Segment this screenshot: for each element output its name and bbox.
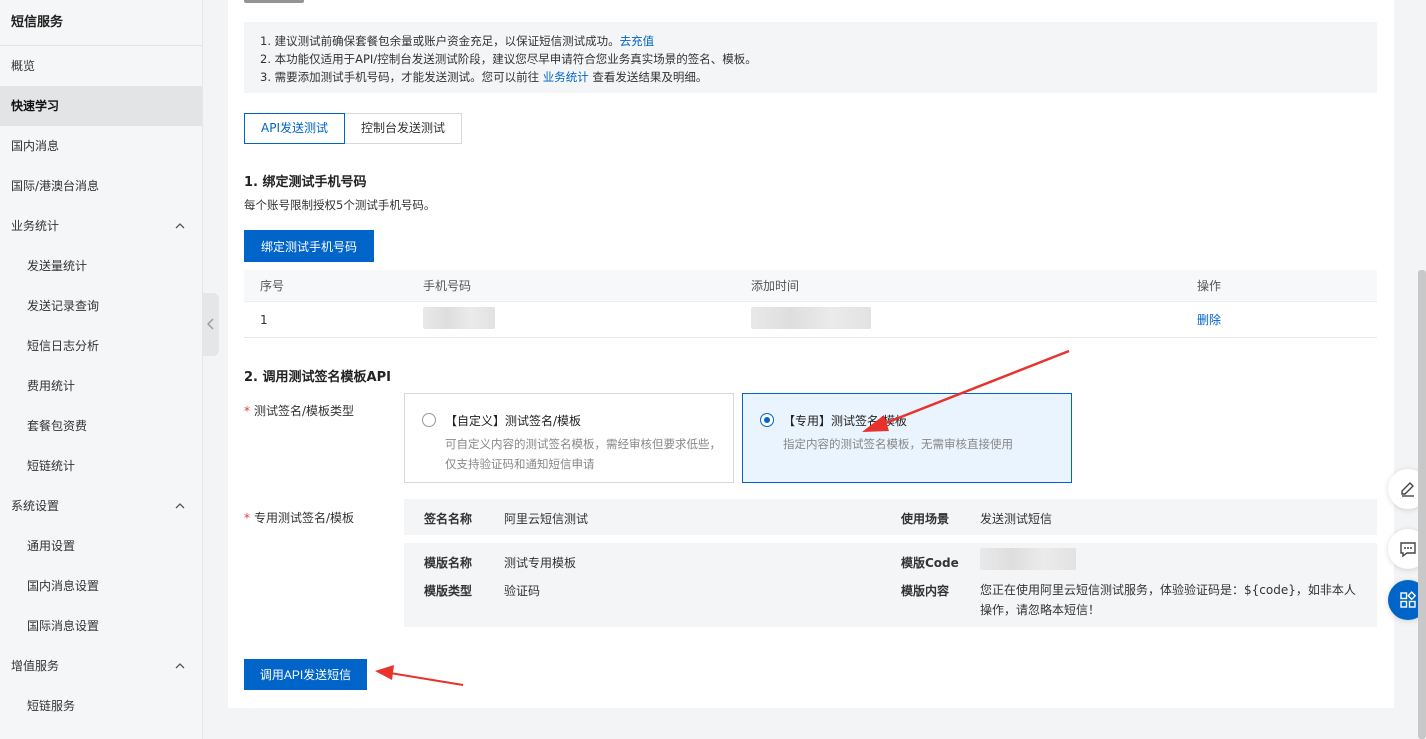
sign-name-label: 签名名称: [424, 512, 473, 526]
tpl-name-label: 模版名称: [424, 556, 473, 570]
notice-line-3: 3. 需要添加测试手机号码，才能发送测试。您可以前往 业务统计 查看发送结果及明…: [260, 70, 708, 84]
option-dedicated-desc: 指定内容的测试签名模板，无需审核直接使用: [783, 437, 1013, 451]
nav-value-added-label: 增值服务: [11, 659, 60, 673]
table-header: 序号 手机号码 添加时间 操作: [244, 270, 1377, 302]
nav-business-stats[interactable]: 业务统计: [0, 206, 202, 246]
option-custom-template[interactable]: 【自定义】测试签名/模板 可自定义内容的测试签名模板，需经审核但要求低些，仅支持…: [404, 393, 734, 483]
notice-line-1: 1. 建议测试前确保套餐包余量或账户资金充足，以保证短信测试成功。去充值: [260, 34, 655, 48]
tpl-content-label: 模版内容: [901, 584, 950, 598]
option-dedicated-template[interactable]: 【专用】测试签名/模板 指定内容的测试签名模板，无需审核直接使用: [742, 393, 1072, 483]
chevron-left-icon: [207, 318, 214, 330]
col-index: 序号: [260, 279, 285, 293]
business-stats-link[interactable]: 业务统计: [543, 70, 589, 84]
sidebar-collapse-handle[interactable]: [203, 293, 219, 356]
tpl-type-label: 模版类型: [424, 584, 473, 598]
nav-international-settings[interactable]: 国际消息设置: [0, 606, 202, 646]
nav-system-settings[interactable]: 系统设置: [0, 486, 202, 526]
scene-value: 发送测试短信: [980, 512, 1053, 526]
col-add-time: 添加时间: [751, 279, 800, 293]
nav-shortlink-service[interactable]: 短链服务: [0, 686, 202, 726]
section-api-title: 2. 调用测试签名模板API: [244, 370, 391, 385]
phone-table: 序号 手机号码 添加时间 操作 1 删除: [244, 270, 1377, 338]
template-label: * 专用测试签名/模板: [244, 511, 355, 525]
template-info-box: 模版名称 测试专用模板 模版Code 模版类型 验证码 模版内容 您正在使用阿里…: [404, 543, 1377, 627]
tpl-name-value: 测试专用模板: [504, 556, 577, 570]
nav-package-pricing[interactable]: 套餐包资费: [0, 406, 202, 446]
nav-shortlink-stats[interactable]: 短链统计: [0, 446, 202, 486]
section-bind-phone-desc: 每个账号限制授权5个测试手机号码。: [244, 198, 436, 212]
nav-business-stats-label: 业务统计: [11, 219, 60, 233]
chevron-up-icon: [175, 223, 185, 229]
row-time-redacted: [751, 307, 1197, 332]
row-index: 1: [260, 312, 268, 327]
radio-custom[interactable]: [422, 413, 436, 427]
option-custom-title: 【自定义】测试签名/模板: [445, 414, 582, 428]
chevron-up-icon: [175, 663, 185, 669]
cut-off-heading: [244, 0, 334, 5]
type-label: * 测试签名/模板类型: [244, 404, 355, 418]
nav-value-added[interactable]: 增值服务: [0, 646, 202, 686]
apps-grid-icon: [1400, 591, 1417, 608]
sign-name-value: 阿里云短信测试: [504, 512, 589, 526]
call-api-send-button[interactable]: 调用API发送短信: [244, 659, 367, 690]
main-card: 1. 建议测试前确保套餐包余量或账户资金充足，以保证短信测试成功。去充值 2. …: [228, 0, 1394, 708]
chat-icon: [1400, 542, 1416, 558]
sidebar: 短信服务 概览 快速学习 国内消息 国际/港澳台消息 业务统计 发送量统计 发送…: [0, 0, 203, 739]
table-row: 1 删除: [244, 302, 1377, 338]
nav-domestic-settings[interactable]: 国内消息设置: [0, 566, 202, 606]
delete-link[interactable]: 删除: [1197, 313, 1221, 327]
nav-system-settings-label: 系统设置: [11, 499, 60, 513]
nav-overview[interactable]: 概览: [0, 46, 202, 86]
notice-box: 1. 建议测试前确保套餐包余量或账户资金充足，以保证短信测试成功。去充值 2. …: [244, 22, 1377, 93]
nav-send-records[interactable]: 发送记录查询: [0, 286, 202, 326]
recharge-link[interactable]: 去充值: [620, 34, 655, 48]
tpl-type-value: 验证码: [504, 584, 541, 598]
row-phone-redacted: [423, 307, 751, 332]
bind-phone-button[interactable]: 绑定测试手机号码: [244, 230, 374, 262]
radio-dedicated[interactable]: [760, 413, 774, 427]
tabs: API发送测试 控制台发送测试: [244, 113, 463, 144]
page-scrollbar[interactable]: [1418, 270, 1426, 739]
nav-log-analysis[interactable]: 短信日志分析: [0, 326, 202, 366]
nav-send-volume[interactable]: 发送量统计: [0, 246, 202, 286]
nav-cost-stats[interactable]: 费用统计: [0, 366, 202, 406]
col-action: 操作: [1197, 279, 1222, 293]
notice-line-2: 2. 本功能仅适用于API/控制台发送测试阶段，建议您尽早申请符合您业务真实场景…: [260, 52, 757, 66]
tpl-code-redacted: [980, 548, 1076, 570]
tpl-content-value: 您正在使用阿里云短信测试服务，体验验证码是：${code}，如非本人操作，请忽略…: [980, 583, 1356, 617]
option-dedicated-title: 【专用】测试签名/模板: [783, 414, 908, 428]
tab-api-send-test[interactable]: API发送测试: [244, 113, 345, 144]
nav-domestic-messages[interactable]: 国内消息: [0, 126, 202, 166]
sidebar-title: 短信服务: [0, 0, 202, 46]
section-bind-phone-title: 1. 绑定测试手机号码: [244, 175, 367, 190]
tab-console-send-test[interactable]: 控制台发送测试: [345, 113, 463, 144]
tpl-code-label: 模版Code: [901, 556, 959, 570]
option-custom-desc: 可自定义内容的测试签名模板，需经审核但要求低些，仅支持验证码和通知短信申请: [445, 437, 721, 471]
nav-quick-learn[interactable]: 快速学习: [0, 86, 202, 126]
nav-general-settings[interactable]: 通用设置: [0, 526, 202, 566]
chevron-up-icon: [175, 503, 185, 509]
col-phone: 手机号码: [423, 279, 472, 293]
sign-info-box: 签名名称 阿里云短信测试 使用场景 发送测试短信: [404, 499, 1377, 535]
nav-international-messages[interactable]: 国际/港澳台消息: [0, 166, 202, 206]
scene-label: 使用场景: [901, 512, 950, 526]
pencil-icon: [1401, 482, 1414, 497]
